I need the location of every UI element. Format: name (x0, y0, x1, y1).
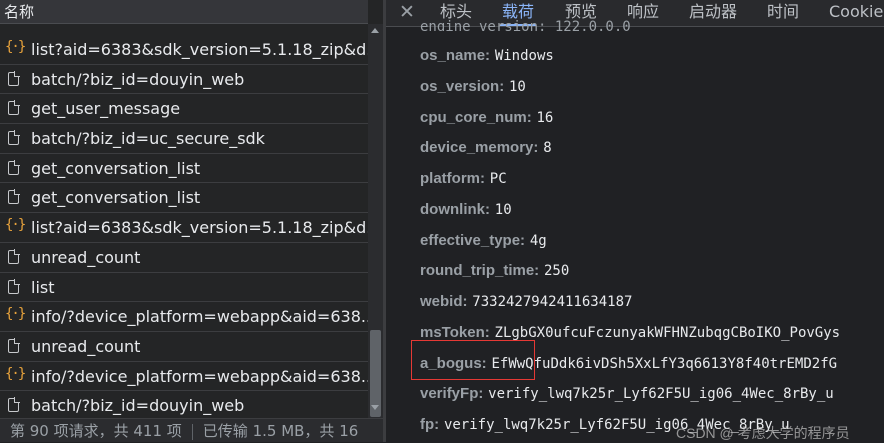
a-bogus-highlight-box (411, 340, 535, 380)
script-file-icon: {·} (5, 306, 26, 323)
payload-field-value: ZLgbGX0ufcuFczunyakWFHNZubqgCBoIKO_PovGy… (494, 324, 841, 341)
request-row[interactable]: get_user_message (0, 94, 368, 125)
payload-field-key: webid: (420, 293, 468, 310)
request-list-pane: 名称 {·} list?aid=6383&sdk_version=5.1.18_z… (0, 0, 383, 442)
request-name: batch/?biz_id=uc_secure_sdk (31, 129, 265, 149)
payload-field-value: Windows (494, 48, 554, 64)
tab-response[interactable]: 响应 (627, 0, 659, 24)
document-file-icon (6, 278, 22, 295)
request-name: get_conversation_list (31, 188, 201, 208)
request-row[interactable]: list (0, 273, 368, 303)
payload-field-value: 4g (529, 232, 547, 249)
scrollbar-thumb[interactable] (370, 330, 381, 417)
request-name: info/?device_platform=webapp&aid=638... (31, 366, 368, 386)
transferred-size-text: 已传输 1.5 MB，共 16 (202, 422, 359, 440)
payload-field-key: verifyFp: (420, 385, 484, 403)
request-row[interactable]: {·} list?aid=6383&sdk_version=5.1.18_zip&… (0, 35, 368, 65)
payload-field-key: os_version: (420, 77, 505, 95)
request-row[interactable]: {·} info/?device_platform=webapp&aid=638.… (0, 302, 368, 332)
request-row[interactable]: batch/?biz_id=douyin_web (0, 391, 368, 421)
payload-field-key: round_trip_time: (420, 262, 540, 280)
payload-field-value: EfWwQfuDdk6ivDSh5XxLfY3q6613Y8f40trEMD2f… (491, 355, 838, 372)
payload-field-key: downlink: (420, 200, 490, 218)
request-row[interactable]: {·} info/?device_platform=webapp&aid=638.… (0, 362, 368, 392)
csdn-watermark: CSDN @ 考虑大学的程序员 (676, 425, 850, 441)
scroll-up-arrow-icon[interactable] (371, 28, 379, 33)
payload-field-row: webid: 7332427942411634187 (420, 290, 632, 312)
payload-field-value: 250 (543, 263, 570, 280)
request-name: list (31, 277, 55, 297)
script-file-icon: {·} (5, 39, 26, 55)
payload-field-row: os_name: Windows (420, 44, 554, 66)
request-name: unread_count (31, 247, 141, 267)
request-list: {·} list?aid=6383&sdk_version=5.1.18_zip&… (0, 35, 368, 421)
status-separator (191, 423, 193, 440)
name-column-label: 名称 (4, 3, 35, 21)
request-name: list?aid=6383&sdk_version=5.1.18_zip&d..… (31, 40, 368, 59)
network-status-bar: 第 90 项请求，共 411 项 已传输 1.5 MB，共 16 (0, 418, 383, 442)
document-file-icon (6, 130, 22, 146)
close-details-button[interactable]: ✕ (399, 0, 415, 24)
tab-cookies[interactable]: Cookie (829, 0, 883, 24)
payload-field-value: 16 (536, 109, 554, 126)
document-file-icon (6, 159, 22, 176)
document-file-icon (6, 70, 22, 87)
payload-field-row: downlink: 10 (420, 198, 512, 220)
payload-field-row: effective_type: 4g (420, 229, 547, 251)
request-row[interactable]: {·} list?aid=6383&sdk_version=5.1.18_zip&… (0, 213, 368, 243)
document-file-icon (6, 100, 22, 116)
payload-field-row: cpu_core_num: 16 (420, 106, 553, 128)
document-file-icon (6, 248, 22, 265)
payload-field-key: msToken: (420, 323, 490, 341)
payload-field-value: 7332427942411634187 (472, 294, 633, 310)
document-file-icon (6, 337, 22, 354)
payload-field-key: device_memory: (420, 139, 539, 157)
payload-field-row: verifyFp: verify_lwq7k25r_Lyf62F5U_ig06_… (420, 382, 834, 404)
scroll-down-arrow-icon[interactable] (371, 405, 379, 410)
request-name: info/?device_platform=webapp&aid=638... (31, 307, 368, 327)
payload-field-value: 10 (494, 201, 512, 218)
request-name: list?aid=6383&sdk_version=5.1.18_zip&d..… (31, 218, 368, 238)
payload-field-key: effective_type: (420, 231, 526, 249)
payload-field-key: os_name: (420, 47, 491, 64)
payload-field-value: verify_lwq7k25r_Lyf62F5U_ig06_4Wec_8rBy_… (488, 386, 834, 403)
request-list-scrollbar[interactable] (368, 24, 383, 418)
request-row[interactable]: batch/?biz_id=douyin_web (0, 65, 368, 95)
partial-field-row: engine_version: 122.0.0.0 (420, 19, 631, 31)
name-column-header[interactable]: 名称 (0, 0, 368, 24)
payload-field-value: PC (489, 171, 507, 187)
request-row[interactable]: batch/?biz_id=uc_secure_sdk (0, 124, 368, 154)
request-row[interactable]: unread_count (0, 332, 368, 362)
request-row[interactable]: get_conversation_list (0, 154, 368, 184)
payload-field-row: platform: PC (420, 167, 507, 189)
payload-field-row: device_memory: 8 (420, 136, 552, 158)
payload-field-row: round_trip_time: 250 (420, 259, 569, 281)
tab-initiator[interactable]: 启动器 (689, 0, 737, 24)
request-row[interactable]: get_conversation_list (0, 183, 368, 214)
payload-field-value: 8 (543, 140, 552, 157)
document-file-icon (6, 397, 22, 413)
payload-field-key: platform: (420, 170, 485, 187)
script-file-icon: {·} (5, 217, 26, 234)
request-name: unread_count (31, 336, 141, 356)
request-row[interactable]: unread_count (0, 243, 368, 273)
request-name: get_user_message (31, 99, 181, 119)
request-count-text: 第 90 项请求，共 411 项 (10, 422, 182, 440)
tab-timing[interactable]: 时间 (767, 0, 799, 24)
payload-field-key: cpu_core_num: (420, 108, 532, 126)
request-name: get_conversation_list (31, 158, 201, 178)
payload-field-key: fp: (420, 416, 440, 433)
script-file-icon: {·} (5, 365, 26, 382)
request-name: batch/?biz_id=douyin_web (31, 396, 245, 416)
request-name: batch/?biz_id=douyin_web (31, 69, 245, 89)
document-file-icon (6, 189, 22, 205)
payload-field-value: 10 (508, 78, 526, 95)
payload-field-row: os_version: 10 (420, 75, 526, 97)
